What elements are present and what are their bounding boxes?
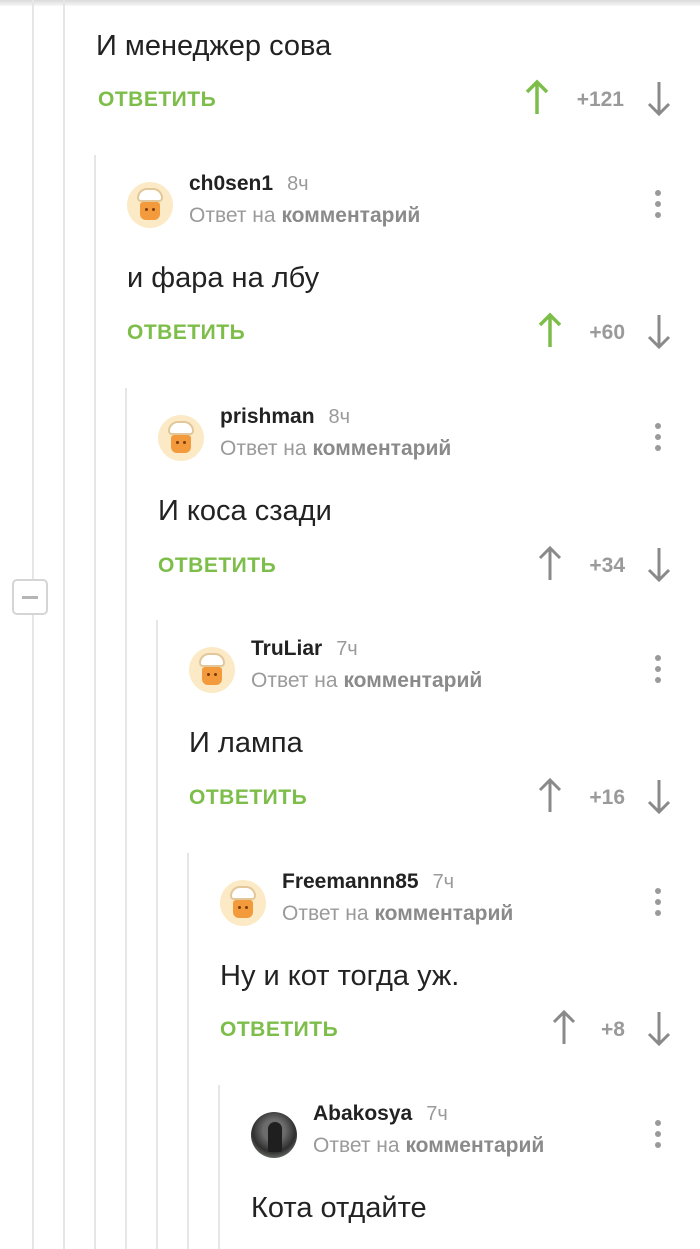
- comment-text: и фара на лбу: [127, 262, 320, 294]
- thread-line: [218, 1085, 220, 1249]
- comment-text: И менеджер сова: [96, 30, 332, 62]
- downvote-button[interactable]: [646, 311, 672, 351]
- more-menu-icon[interactable]: [655, 423, 661, 456]
- comment-header: TruLiar 7ч Ответ на комментарий: [189, 635, 672, 695]
- photo-avatar[interactable]: [251, 1112, 297, 1158]
- author-nick[interactable]: Freemannn85 7ч: [282, 870, 454, 894]
- more-menu-icon[interactable]: [655, 190, 661, 223]
- comment-text: И лампа: [189, 727, 303, 759]
- arrow-up-icon: [538, 312, 562, 347]
- collapse-thread-button[interactable]: [12, 579, 48, 615]
- comment-text: Кота отдайте: [251, 1192, 427, 1224]
- upvote-button[interactable]: [524, 78, 550, 118]
- arrow-up-icon: [525, 79, 549, 114]
- thread-line: [63, 0, 65, 1249]
- downvote-button[interactable]: [646, 1008, 672, 1048]
- comment-time: 7ч: [432, 871, 455, 893]
- more-menu-icon[interactable]: [655, 655, 661, 688]
- arrow-down-icon: [647, 315, 671, 350]
- arrow-down-icon: [647, 548, 671, 583]
- comment-time: 8ч: [287, 173, 309, 195]
- upvote-button[interactable]: [537, 776, 563, 816]
- chef-avatar[interactable]: [220, 880, 266, 926]
- upvote-button[interactable]: [537, 311, 563, 351]
- thread-line: [187, 853, 189, 1249]
- comment-text: И коса сзади: [158, 495, 332, 527]
- comment-actions: ОТВЕТИТЬ +60: [127, 312, 672, 361]
- comment-header: Freemannn85 7ч Ответ на комментарий: [220, 868, 672, 928]
- arrow-down-icon: [647, 1012, 671, 1047]
- rating: +121: [576, 88, 624, 111]
- arrow-down-icon: [647, 82, 671, 117]
- comment-actions: ОТВЕТИТЬ +8: [220, 1009, 672, 1058]
- chef-avatar[interactable]: [158, 415, 204, 461]
- comment-text: Ну и кот тогда уж.: [220, 960, 460, 992]
- rating: +34: [589, 554, 625, 577]
- thread-line: [32, 0, 34, 1249]
- parent-comment-link[interactable]: комментарий: [312, 437, 451, 460]
- comment-header: ch0sen1 8ч Ответ на комментарий: [127, 170, 672, 230]
- reply-to: Ответ на комментарий: [251, 669, 483, 692]
- parent-comment-link[interactable]: комментарий: [281, 204, 420, 227]
- downvote-button[interactable]: [646, 544, 672, 584]
- comment-time: 7ч: [426, 1103, 448, 1125]
- upvote-button[interactable]: [537, 544, 563, 584]
- arrow-down-icon: [647, 780, 671, 815]
- reply-button[interactable]: ОТВЕТИТЬ: [98, 88, 216, 112]
- author-nick[interactable]: ch0sen1 8ч: [189, 172, 309, 196]
- author-nick[interactable]: TruLiar 7ч: [251, 637, 358, 661]
- comment-actions: ОТВЕТИТЬ +16: [189, 777, 672, 826]
- reply-button[interactable]: ОТВЕТИТЬ: [189, 786, 307, 810]
- reply-button[interactable]: ОТВЕТИТЬ: [127, 321, 245, 345]
- comment-header: prishman 8ч Ответ на комментарий: [158, 403, 672, 463]
- reply-button[interactable]: ОТВЕТИТЬ: [158, 554, 276, 578]
- reply-to: Ответ на комментарий: [313, 1134, 545, 1157]
- thread-line: [125, 388, 127, 1249]
- comment-time: 8ч: [328, 406, 351, 428]
- rating: +8: [601, 1018, 625, 1041]
- author-nick[interactable]: Abakosya 7ч: [313, 1102, 448, 1126]
- parent-comment-link[interactable]: комментарий: [343, 669, 482, 692]
- comment-actions: ОТВЕТИТЬ +121: [96, 79, 676, 128]
- rating: +16: [589, 786, 625, 809]
- top-edge: [0, 0, 700, 6]
- arrow-up-icon: [538, 545, 562, 580]
- chef-avatar[interactable]: [127, 182, 173, 228]
- reply-button[interactable]: ОТВЕТИТЬ: [220, 1018, 338, 1042]
- reply-to: Ответ на комментарий: [189, 204, 421, 227]
- rating: +60: [589, 321, 625, 344]
- more-menu-icon[interactable]: [655, 888, 661, 921]
- chef-avatar[interactable]: [189, 647, 235, 693]
- more-menu-icon[interactable]: [655, 1120, 661, 1153]
- thread-line: [156, 620, 158, 1249]
- thread-line: [94, 155, 96, 1249]
- arrow-up-icon: [538, 777, 562, 812]
- downvote-button[interactable]: [646, 776, 672, 816]
- comment-header: Abakosya 7ч Ответ на комментарий: [251, 1100, 672, 1160]
- reply-to: Ответ на комментарий: [282, 902, 514, 925]
- parent-comment-link[interactable]: комментарий: [374, 902, 513, 925]
- comment-time: 7ч: [336, 638, 358, 660]
- reply-to: Ответ на комментарий: [220, 437, 452, 460]
- parent-comment-link[interactable]: комментарий: [405, 1134, 544, 1157]
- author-nick[interactable]: prishman 8ч: [220, 405, 350, 429]
- downvote-button[interactable]: [646, 78, 672, 118]
- comment-actions: ОТВЕТИТЬ +34: [158, 545, 672, 594]
